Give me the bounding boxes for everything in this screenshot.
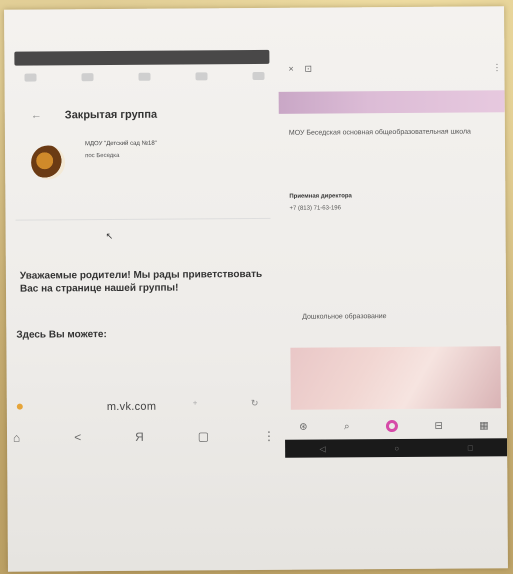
group-name: МДОУ "Детский сад №18" <box>84 140 157 148</box>
site-banner <box>278 90 505 114</box>
tabs-icon[interactable]: ⊟ <box>434 420 442 431</box>
recents-square-icon[interactable]: □ <box>468 443 473 452</box>
tab-icon[interactable] <box>252 71 265 81</box>
grid-icon[interactable]: ▦ <box>479 420 489 431</box>
links-faded <box>290 258 490 259</box>
browser-bottom-nav: ⌂ < Я ▢ ⋮ <box>13 426 275 448</box>
assistant-ring-icon[interactable] <box>385 420 399 433</box>
right-phone-screenshot: × ⊡ ⋮ МОУ Беседская основная общеобразов… <box>278 44 508 458</box>
home-circle-icon[interactable]: ○ <box>394 444 399 453</box>
back-arrow-icon[interactable]: ← <box>31 109 42 121</box>
group-location: пос Беседка <box>85 152 120 160</box>
home-icon[interactable]: ⌂ <box>13 431 20 445</box>
system-nav-bar: ◁ ○ □ <box>285 438 508 458</box>
director-label: Приемная директора <box>289 193 352 200</box>
welcome-message: Уважаемые родители! Мы рады приветствова… <box>19 268 263 295</box>
group-avatar <box>30 145 66 180</box>
phone-number[interactable]: +7 (813) 71-63-196 <box>289 205 341 211</box>
address-bar-url[interactable]: m.vk.com <box>107 401 157 413</box>
printed-sheet: ← Закрытая группа МДОУ "Детский сад №18"… <box>4 6 508 572</box>
section-photo <box>290 346 501 410</box>
cursor-icon: ↖ <box>105 230 114 242</box>
new-tab-icon[interactable]: + <box>193 398 198 407</box>
tab-icon[interactable] <box>24 73 37 82</box>
back-icon[interactable]: ⊛ <box>299 421 307 432</box>
browser-home-icon[interactable] <box>16 403 23 410</box>
browser-url-bar: × ⊡ ⋮ <box>286 62 501 77</box>
page-title: Закрытая группа <box>64 108 158 122</box>
search-engine-icon[interactable]: Я <box>135 430 144 444</box>
tabs-icon[interactable]: ⊡ <box>304 64 312 75</box>
vk-top-tabs <box>24 71 265 90</box>
tab-icon[interactable] <box>195 72 208 81</box>
close-icon[interactable]: × <box>288 64 293 74</box>
divider <box>15 217 271 221</box>
tabs-icon[interactable]: ▢ <box>198 429 209 443</box>
tab-icon[interactable] <box>138 72 151 81</box>
reload-icon[interactable]: ↻ <box>251 398 259 409</box>
browser-toolbar: ⊛ ⌕ ⊟ ▦ <box>281 416 507 436</box>
tab-icon[interactable] <box>81 73 94 82</box>
back-triangle-icon[interactable]: ◁ <box>319 444 325 453</box>
status-bar <box>284 48 498 57</box>
section-title: Дошкольное образование <box>302 313 387 321</box>
status-bar <box>14 49 270 66</box>
here-you-can-heading: Здесь Вы можете: <box>16 329 107 341</box>
share-icon[interactable]: < <box>74 430 81 444</box>
school-name: МОУ Беседская основная общеобразовательн… <box>288 128 471 137</box>
left-phone-screenshot: ← Закрытая группа МДОУ "Детский сад №18"… <box>4 46 282 458</box>
search-icon[interactable]: ⌕ <box>344 421 350 432</box>
more-icon[interactable]: ⋮ <box>492 62 501 73</box>
menu-icon[interactable]: ⋮ <box>263 429 275 443</box>
